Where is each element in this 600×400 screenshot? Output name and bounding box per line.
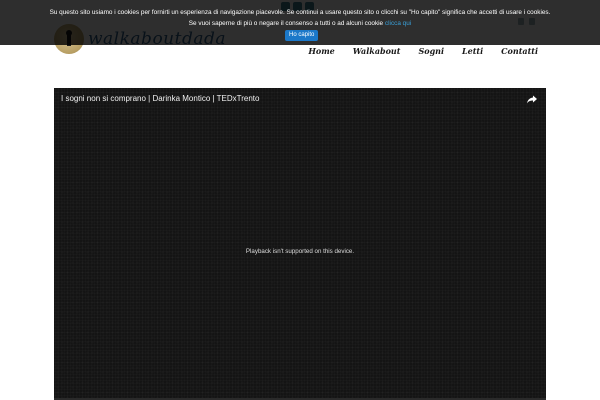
nav-item-walkabout[interactable]: Walkabout [353,46,401,56]
cookie-text-more: Se vuoi saperne di più o negare il conse… [0,20,600,27]
cookie-text: Su questo sito usiamo i cookies per forn… [49,9,551,16]
video-player[interactable]: I sogni non si comprano | Darinka Montic… [54,88,546,400]
nav-item-contatti[interactable]: Contatti [501,46,538,56]
accept-cookies-button[interactable]: Ho capito [285,30,319,41]
nav-item-home[interactable]: Home [308,46,334,56]
share-icon[interactable] [526,93,538,105]
cookie-banner: Su questo sito usiamo i cookies per forn… [0,0,600,45]
nav-item-sogni[interactable]: Sogni [418,46,444,56]
video-title[interactable]: I sogni non si comprano | Darinka Montic… [61,94,259,103]
cookie-info-link[interactable]: clicca qui [385,20,411,27]
cookie-text-prefix: Se vuoi saperne di più o negare il conse… [188,20,384,27]
main-nav: Home Walkabout Sogni Letti Contatti [290,46,538,56]
nav-item-letti[interactable]: Letti [462,46,483,56]
playback-message: Playback isn't supported on this device. [245,248,355,255]
